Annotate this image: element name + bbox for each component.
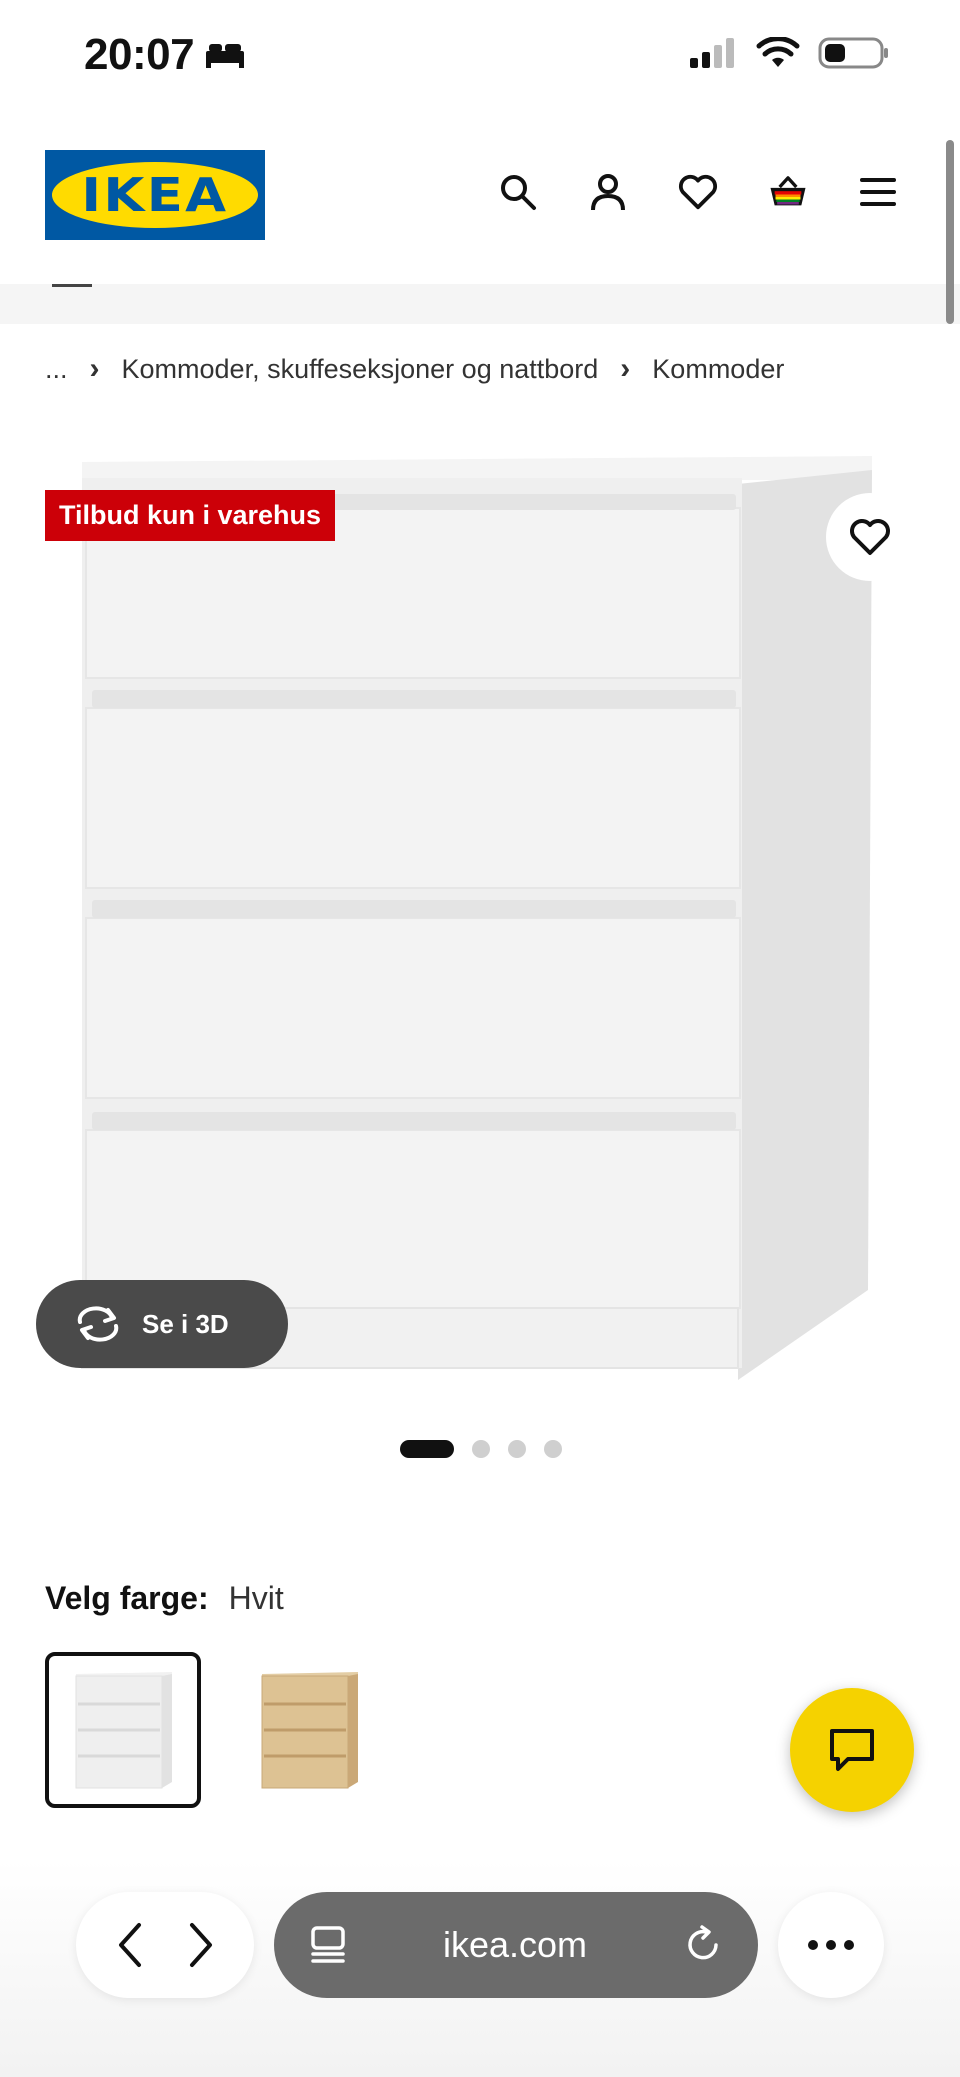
browser-nav-controls [76, 1892, 254, 1998]
header-divider-strip [0, 284, 960, 324]
gallery-pagination [400, 1440, 562, 1458]
more-options-button[interactable] [778, 1892, 884, 1998]
rotate-3d-icon [77, 1306, 119, 1342]
ikea-logo[interactable]: IKEA [45, 150, 265, 240]
account-icon[interactable] [588, 172, 628, 212]
gallery-dot-3[interactable] [508, 1440, 526, 1458]
product-image[interactable] [0, 440, 960, 1420]
swatch-white[interactable] [45, 1652, 201, 1808]
gallery-dot-1[interactable] [400, 1440, 454, 1458]
gallery-dot-2[interactable] [472, 1440, 490, 1458]
browser-toolbar: ikea.com [0, 1860, 960, 2077]
chevron-right-icon: › [620, 352, 631, 385]
bed-icon [206, 44, 245, 68]
colour-value: Hvit [228, 1580, 284, 1616]
tab-overview-icon[interactable] [310, 1925, 346, 1965]
wifi-icon [756, 37, 800, 67]
menu-icon[interactable] [858, 172, 898, 212]
offer-badge: Tilbud kun i varehus [45, 490, 336, 541]
view-3d-button[interactable]: Se i 3D [36, 1280, 288, 1368]
signal-icon [690, 38, 734, 68]
battery-icon [818, 37, 888, 69]
search-icon[interactable] [498, 172, 538, 212]
header-icons [498, 172, 898, 212]
cart-icon[interactable] [768, 172, 808, 212]
oak-dresser-thumbnail [261, 1672, 358, 1789]
site-header: IKEA [0, 112, 960, 284]
add-to-favourites-button[interactable] [826, 493, 914, 581]
more-dots-icon [808, 1940, 854, 1950]
strip-dash [52, 284, 92, 287]
status-bar: 20:07 [0, 0, 960, 112]
clock: 20:07 [84, 30, 195, 79]
logo-text: IKEA [81, 168, 229, 222]
url-text: ikea.com [442, 1924, 588, 1965]
favourites-icon[interactable] [678, 172, 718, 212]
view-3d-label: Se i 3D [142, 1308, 229, 1339]
logo-oval: IKEA [52, 162, 258, 228]
reload-icon[interactable] [684, 1925, 722, 1965]
colour-swatches [45, 1652, 387, 1808]
chevron-right-icon: › [89, 352, 100, 385]
swatch-oak[interactable] [231, 1652, 387, 1808]
breadcrumb-category[interactable]: Kommoder, skuffeseksjoner og nattbord [122, 354, 599, 385]
chat-button[interactable] [790, 1688, 914, 1812]
dresser-illustration [81, 456, 872, 1380]
breadcrumb-ellipsis[interactable]: ... [45, 354, 68, 385]
colour-selection-heading: Velg farge: Hvit [45, 1580, 284, 1617]
white-dresser-thumbnail [75, 1672, 172, 1789]
address-bar[interactable]: ikea.com [274, 1892, 758, 1998]
back-icon[interactable] [115, 1921, 145, 1969]
status-indicators [688, 36, 890, 70]
scrollbar-thumb[interactable] [946, 140, 954, 324]
breadcrumb-current[interactable]: Kommoder [652, 354, 784, 385]
gallery-dot-4[interactable] [544, 1440, 562, 1458]
breadcrumb: ... › Kommoder, skuffeseksjoner og nattb… [45, 352, 784, 386]
status-time: 20:07 [84, 30, 246, 80]
forward-icon[interactable] [186, 1921, 216, 1969]
heart-icon [850, 519, 890, 555]
colour-label: Velg farge: [45, 1580, 209, 1616]
chat-bubble-icon [830, 1729, 874, 1771]
